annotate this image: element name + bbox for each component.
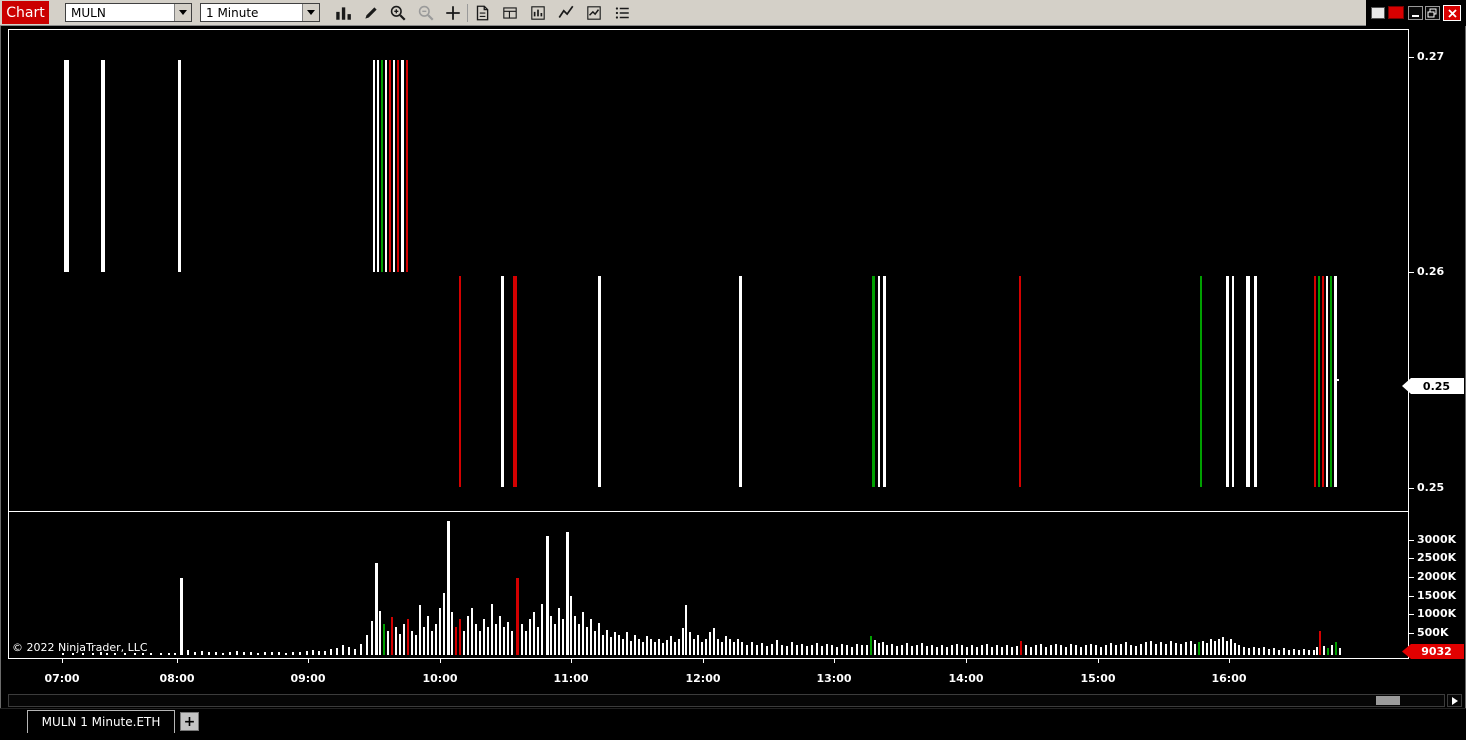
add-tab-button[interactable]: + xyxy=(180,712,199,731)
axis-tick xyxy=(1409,558,1414,559)
time-tick xyxy=(177,659,178,663)
axis-tick xyxy=(1409,614,1414,615)
axis-tick xyxy=(1409,57,1414,58)
axis-tick xyxy=(1409,596,1414,597)
axis-tick xyxy=(1409,633,1414,634)
time-tick xyxy=(834,659,835,663)
copyright-text: © 2022 NinjaTrader, LLC xyxy=(12,641,148,654)
time-tick xyxy=(1229,659,1230,663)
time-tick xyxy=(571,659,572,663)
time-tick xyxy=(62,659,63,663)
chart-plot-area[interactable] xyxy=(8,29,1409,659)
time-axis[interactable] xyxy=(8,659,1409,689)
price-axis[interactable] xyxy=(1409,29,1466,659)
axis-tick xyxy=(1409,577,1414,578)
price-marker: 0.25 xyxy=(1402,378,1464,394)
time-tick xyxy=(966,659,967,663)
horizontal-scrollbar[interactable] xyxy=(8,694,1445,707)
time-tick xyxy=(440,659,441,663)
time-tick xyxy=(1098,659,1099,663)
time-tick xyxy=(308,659,309,663)
axis-tick xyxy=(1409,272,1414,273)
scrollbar-thumb[interactable] xyxy=(1376,696,1400,705)
scroll-right-button[interactable] xyxy=(1447,694,1462,707)
ninjatrader-chart-window: Chart MULN 1 Minute © 2022 NinjaTrader, … xyxy=(0,0,1466,740)
volume-marker: 9032 xyxy=(1402,644,1464,659)
tab-strip: MULN 1 Minute.ETH + xyxy=(0,708,1466,740)
axis-tick xyxy=(1409,488,1414,489)
time-tick xyxy=(703,659,704,663)
last-trade-dot xyxy=(1337,379,1339,381)
axis-tick xyxy=(1409,540,1414,541)
tab-muln-1-minute-eth[interactable]: MULN 1 Minute.ETH xyxy=(27,710,175,733)
chart-area: © 2022 NinjaTrader, LLC 0.27 0.26 0.25 3000… xyxy=(0,0,1466,740)
arrow-right-icon xyxy=(1451,696,1458,705)
